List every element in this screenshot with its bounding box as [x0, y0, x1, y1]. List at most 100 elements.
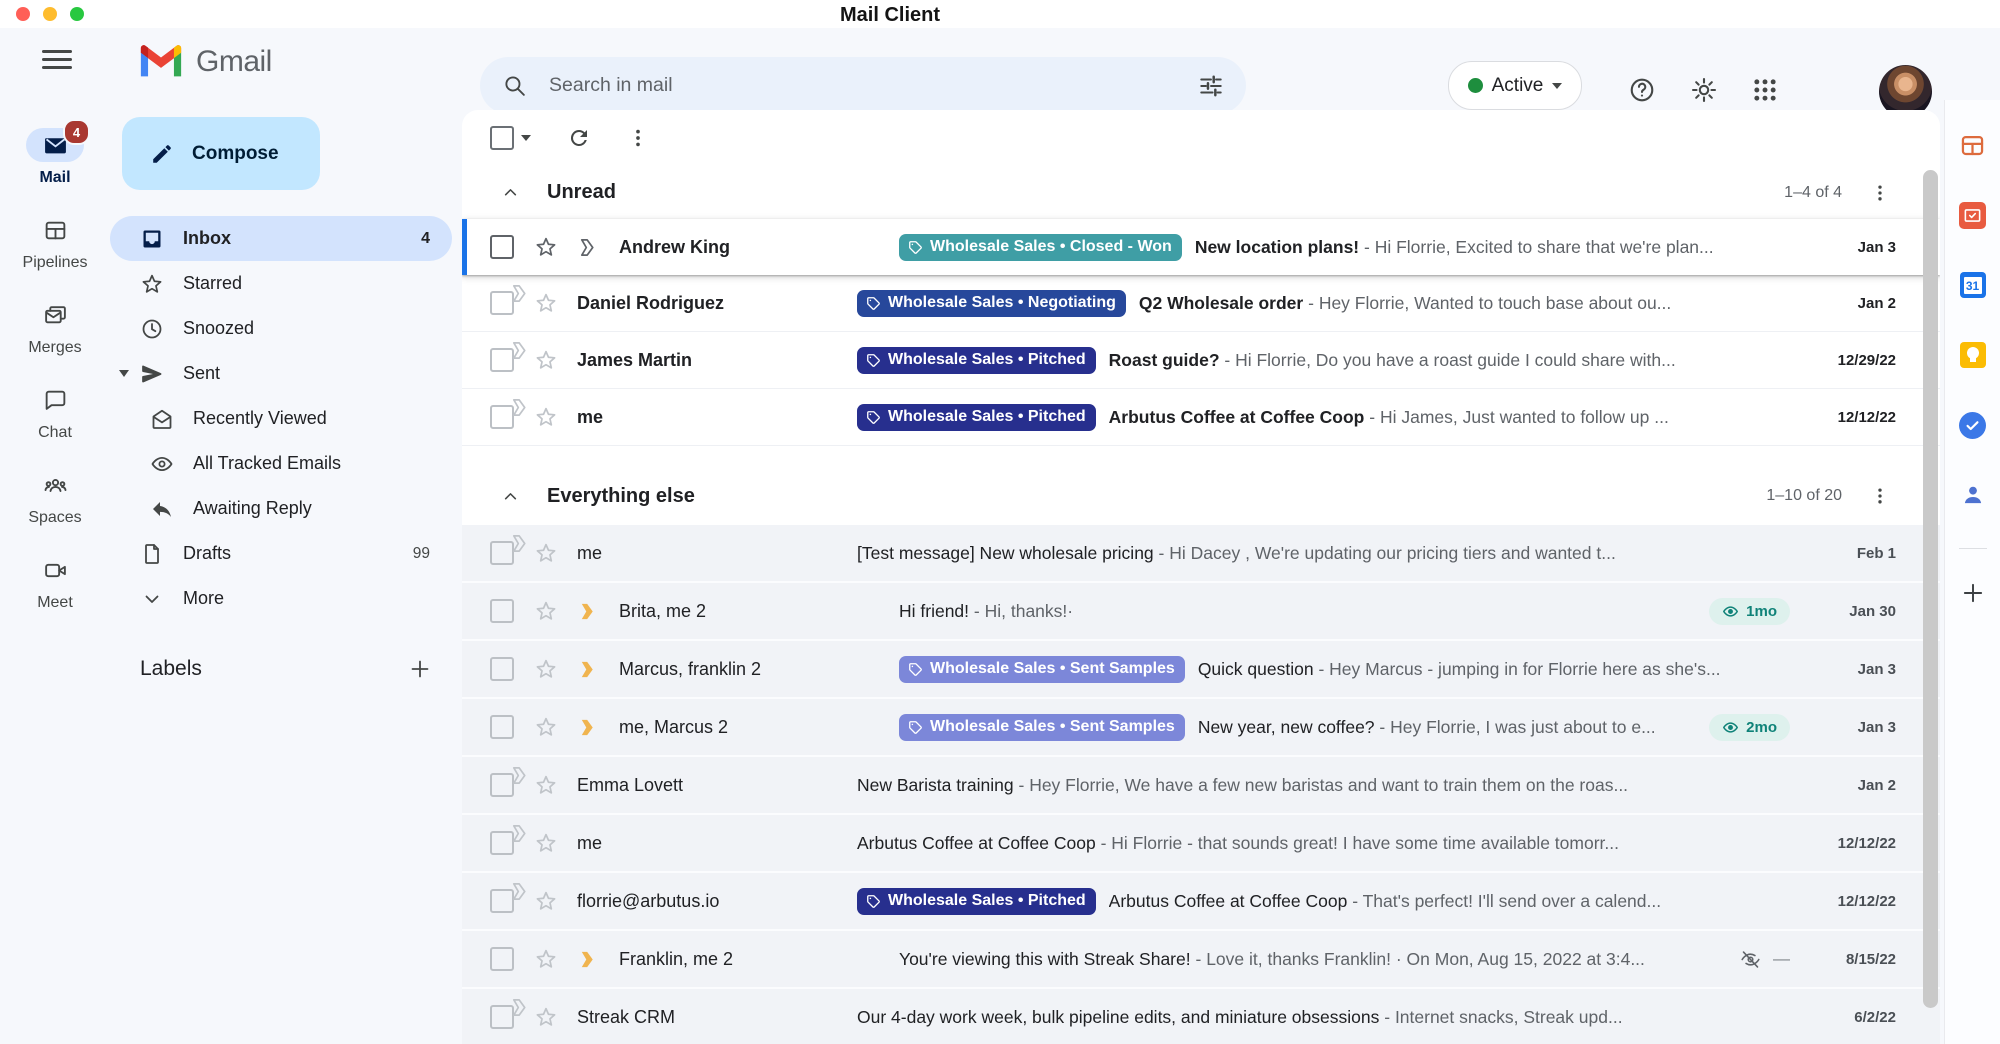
streak-pipelines-icon[interactable] [1953, 125, 1993, 165]
streak-pipeline-icon[interactable] [509, 339, 532, 362]
streak-pipeline-icon[interactable] [509, 880, 532, 903]
select-all-checkbox[interactable] [490, 126, 514, 150]
email-row[interactable]: Brita, me 2 Hi friend! - Hi, thanks!· 1m… [462, 583, 1940, 641]
pipeline-stage-badge[interactable]: Wholesale Sales • Negotiating [857, 290, 1126, 317]
more-options-icon[interactable] [627, 127, 649, 149]
section-menu-icon[interactable] [1870, 486, 1890, 506]
star-icon[interactable] [534, 715, 558, 739]
row-checkbox[interactable] [490, 947, 514, 971]
email-row[interactable]: me, Marcus 2 Wholesale Sales • Sent Samp… [462, 699, 1940, 757]
email-row[interactable]: me Arbutus Coffee at Coffee Coop - Hi Fl… [462, 815, 1940, 873]
pipeline-stage-badge[interactable]: Wholesale Sales • Closed - Won [899, 234, 1182, 261]
sidebar-item-more[interactable]: More [110, 576, 452, 621]
tag-icon [908, 240, 923, 255]
star-icon[interactable] [534, 599, 558, 623]
pipeline-stage-badge[interactable]: Wholesale Sales • Sent Samples [899, 714, 1185, 741]
email-row[interactable]: Andrew King Wholesale Sales • Closed - W… [462, 219, 1940, 275]
tag-icon [908, 662, 923, 677]
calendar-icon[interactable]: 31 [1953, 265, 1993, 305]
tasks-icon[interactable] [1953, 405, 1993, 445]
search-filters-icon[interactable] [1198, 73, 1224, 99]
refresh-icon[interactable] [567, 126, 591, 150]
star-icon[interactable] [534, 235, 558, 259]
sidebar-item-sent[interactable]: Sent [110, 351, 452, 396]
streak-pipeline-icon[interactable] [509, 764, 532, 787]
email-row[interactable]: James Martin Wholesale Sales • Pitched R… [462, 332, 1940, 389]
subject: Q2 Wholesale order [1139, 293, 1303, 313]
rail-item-mail[interactable]: 4 Mail [0, 128, 110, 190]
star-icon[interactable] [534, 1005, 558, 1029]
search-input[interactable] [547, 73, 1198, 98]
main-menu-icon[interactable] [42, 50, 72, 74]
streak-pipeline-icon[interactable] [577, 600, 600, 623]
compose-button[interactable]: Compose [122, 117, 320, 190]
pipeline-stage-badge[interactable]: Wholesale Sales • Pitched [857, 347, 1096, 374]
sidebar-item-awaiting-reply[interactable]: Awaiting Reply [110, 486, 452, 531]
expander-arrow-icon[interactable] [119, 370, 129, 382]
collapse-section-icon[interactable] [500, 182, 521, 203]
collapse-section-icon[interactable] [500, 486, 521, 507]
email-row[interactable]: florrie@arbutus.io Wholesale Sales • Pit… [462, 873, 1940, 931]
star-icon[interactable] [534, 889, 558, 913]
row-checkbox[interactable] [490, 599, 514, 623]
pipeline-stage-badge[interactable]: Wholesale Sales • Sent Samples [899, 656, 1185, 683]
pipeline-stage-badge[interactable]: Wholesale Sales • Pitched [857, 404, 1096, 431]
star-icon[interactable] [534, 831, 558, 855]
streak-pipeline-icon[interactable] [577, 716, 600, 739]
streak-pipeline-icon[interactable] [509, 822, 532, 845]
email-row[interactable]: me Wholesale Sales • Pitched Arbutus Cof… [462, 389, 1940, 446]
scrollbar-thumb[interactable] [1923, 170, 1938, 1008]
contacts-icon[interactable] [1953, 475, 1993, 515]
select-options-caret-icon[interactable] [521, 135, 531, 146]
sidebar-item-all-tracked-emails[interactable]: All Tracked Emails [110, 441, 452, 486]
get-addons-button[interactable] [1953, 573, 1993, 613]
snippet: Hey Florrie, Wanted to touch base about … [1319, 293, 1671, 313]
search-bar[interactable] [480, 57, 1246, 114]
sidebar-item-drafts[interactable]: Drafts 99 [110, 531, 452, 576]
date: Jan 30 [1806, 603, 1896, 620]
window-title: Mail Client [0, 4, 1780, 27]
sidebar-item-snoozed[interactable]: Snoozed [110, 306, 452, 351]
star-icon[interactable] [534, 541, 558, 565]
star-icon[interactable] [534, 947, 558, 971]
streak-pipeline-icon[interactable] [509, 532, 532, 555]
email-row[interactable]: Streak CRM Our 4-day work week, bulk pip… [462, 989, 1940, 1044]
streak-pipeline-icon[interactable] [509, 996, 532, 1019]
sidebar-item-starred[interactable]: Starred [110, 261, 452, 306]
apps-grid-icon[interactable] [1751, 76, 1779, 104]
section-menu-icon[interactable] [1870, 183, 1890, 203]
star-icon[interactable] [534, 657, 558, 681]
sidebar-item-inbox[interactable]: Inbox 4 [110, 216, 452, 261]
sidebar-item-recently-viewed[interactable]: Recently Viewed [110, 396, 452, 441]
streak-pipeline-icon[interactable] [509, 282, 532, 305]
row-checkbox[interactable] [490, 715, 514, 739]
rail-item-merges[interactable]: Merges [0, 298, 110, 360]
status-dropdown[interactable]: Active [1448, 61, 1582, 110]
row-checkbox[interactable] [490, 657, 514, 681]
streak-pipeline-icon[interactable] [509, 396, 532, 419]
pencil-icon [150, 142, 174, 166]
streak-pipeline-icon[interactable] [577, 948, 600, 971]
gear-icon[interactable] [1690, 76, 1718, 104]
email-row[interactable]: me [Test message] New wholesale pricing … [462, 525, 1940, 583]
add-label-icon[interactable] [408, 657, 432, 681]
row-checkbox[interactable] [490, 235, 514, 259]
star-icon[interactable] [534, 348, 558, 372]
streak-mail-tasks-icon[interactable] [1953, 195, 1993, 235]
rail-item-pipelines[interactable]: Pipelines [0, 213, 110, 275]
pipeline-stage-badge[interactable]: Wholesale Sales • Pitched [857, 888, 1096, 915]
keep-icon[interactable] [1953, 335, 1993, 375]
email-row[interactable]: Emma Lovett New Barista training - Hey F… [462, 757, 1940, 815]
help-icon[interactable] [1628, 76, 1656, 104]
rail-item-meet[interactable]: Meet [0, 553, 110, 615]
star-icon[interactable] [534, 405, 558, 429]
star-icon[interactable] [534, 291, 558, 315]
star-icon[interactable] [534, 773, 558, 797]
rail-item-spaces[interactable]: Spaces [0, 468, 110, 530]
email-row[interactable]: Franklin, me 2 You're viewing this with … [462, 931, 1940, 989]
email-row[interactable]: Daniel Rodriguez Wholesale Sales • Negot… [462, 275, 1940, 332]
streak-pipeline-icon[interactable] [577, 658, 600, 681]
email-row[interactable]: Marcus, franklin 2 Wholesale Sales • Sen… [462, 641, 1940, 699]
rail-item-chat[interactable]: Chat [0, 383, 110, 445]
streak-pipeline-icon[interactable] [577, 236, 600, 259]
